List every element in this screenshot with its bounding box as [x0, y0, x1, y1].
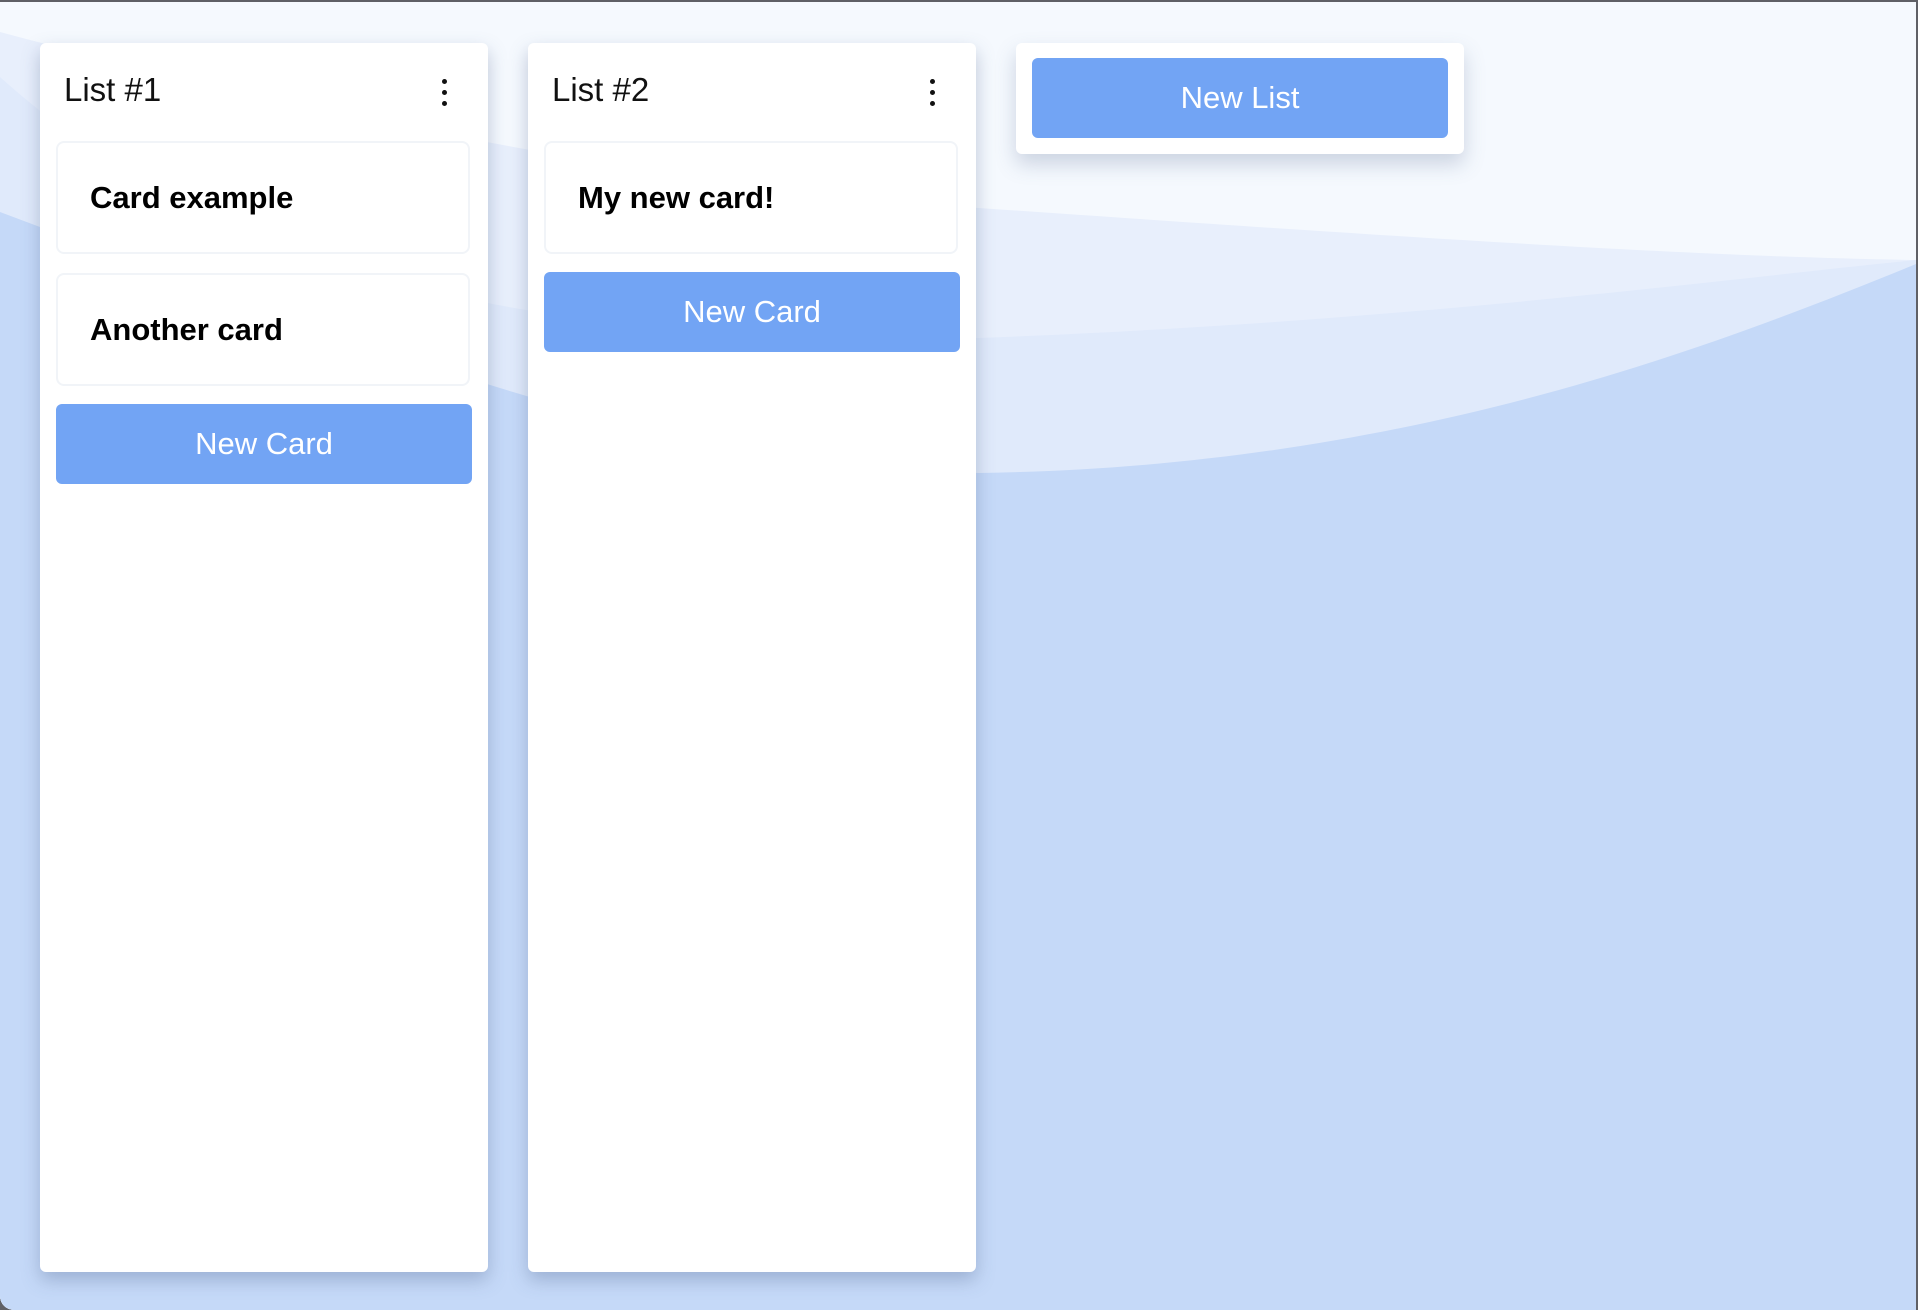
card[interactable]: Another card	[56, 273, 470, 386]
list-title: List #1	[64, 71, 162, 108]
list-title: List #2	[552, 71, 650, 108]
card[interactable]: Card example	[56, 141, 470, 254]
card-title: My new card!	[578, 180, 775, 215]
more-vertical-icon[interactable]	[926, 79, 938, 109]
more-vertical-icon[interactable]	[438, 79, 450, 109]
new-card-button[interactable]: New Card	[544, 272, 960, 352]
list-2: List #2 My new card! New Card	[528, 43, 976, 1272]
new-card-button[interactable]: New Card	[56, 404, 472, 484]
new-list-panel: New List	[1016, 43, 1464, 154]
board: List #1 Card example Another card New Ca…	[0, 2, 1916, 1310]
card[interactable]: My new card!	[544, 141, 958, 254]
list-1: List #1 Card example Another card New Ca…	[40, 43, 488, 1272]
card-title: Another card	[90, 312, 283, 347]
card-title: Card example	[90, 180, 294, 215]
new-list-button[interactable]: New List	[1032, 58, 1448, 138]
